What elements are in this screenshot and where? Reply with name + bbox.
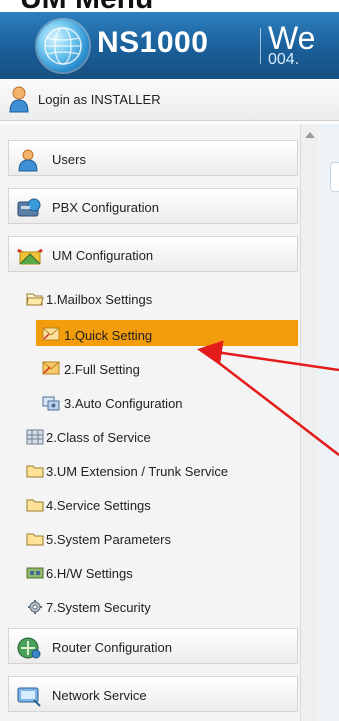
header-divider [260, 28, 261, 64]
section-network-label: Network Service [52, 688, 147, 703]
sidebar-scrollbar[interactable] [300, 124, 318, 721]
menu-item-mailbox-settings[interactable]: 1.Mailbox Settings [0, 284, 300, 314]
section-pbx-configuration[interactable]: PBX Configuration [8, 188, 298, 224]
users-icon [18, 149, 38, 172]
menu-item-quick-setting[interactable]: 1.Quick Setting [0, 320, 300, 350]
network-service-icon [17, 687, 41, 707]
auto-configuration-label: 3.Auto Configuration [64, 396, 183, 411]
pbx-icon [17, 198, 41, 217]
menu-item-um-extension[interactable]: 3.UM Extension / Trunk Service [0, 456, 300, 486]
content-tab-edge [330, 162, 339, 192]
gear-icon [28, 600, 42, 614]
um-extension-label: 3.UM Extension / Trunk Service [46, 464, 229, 479]
scroll-up-arrow-icon[interactable] [305, 132, 315, 138]
mailbox-settings-label: 1.Mailbox Settings [46, 292, 153, 307]
folder-icon [26, 499, 44, 512]
system-parameters-label: 5.System Parameters [46, 532, 171, 547]
hw-settings-label: 6.H/W Settings [46, 566, 133, 581]
header-subtitle: 004. [268, 51, 300, 68]
class-of-service-label: 2.Class of Service [46, 430, 151, 445]
menu-item-full-setting[interactable]: 2.Full Setting [0, 354, 300, 384]
section-network-service[interactable]: Network Service [8, 676, 298, 712]
brand-name: NS1000 [97, 26, 209, 59]
globe-logo-icon [37, 20, 89, 72]
system-security-label: 7.System Security [46, 600, 151, 615]
full-setting-label: 2.Full Setting [64, 362, 140, 377]
menu-item-hw-settings[interactable]: 6.H/W Settings [0, 558, 300, 588]
welcome-text: We [268, 20, 316, 56]
auto-config-icon [42, 396, 60, 411]
quick-setting-label: 1.Quick Setting [64, 328, 153, 343]
section-router-label: Router Configuration [52, 640, 172, 655]
envelope-icon [42, 361, 60, 375]
section-users-label: Users [52, 152, 86, 167]
section-pbx-label: PBX Configuration [52, 200, 159, 215]
menu-item-system-parameters[interactable]: 5.System Parameters [0, 524, 300, 554]
section-um-configuration[interactable]: UM Configuration [8, 236, 298, 272]
menu-item-system-security[interactable]: 7.System Security [0, 592, 300, 622]
service-settings-label: 4.Service Settings [46, 498, 151, 513]
menu-item-service-settings[interactable]: 4.Service Settings [0, 490, 300, 520]
content-panel [318, 124, 339, 721]
sidebar: Users PBX Configuration UM Configuration… [0, 124, 301, 721]
folder-open-icon [26, 293, 44, 306]
app-header: NS1000 We 004. [0, 12, 339, 79]
envelope-icon [42, 327, 60, 341]
um-config-icon [17, 248, 43, 265]
user-icon [9, 86, 29, 113]
section-router-configuration[interactable]: Router Configuration [8, 628, 298, 664]
folder-icon [26, 533, 44, 546]
menu-item-class-of-service[interactable]: 2.Class of Service [0, 422, 300, 452]
hardware-icon [26, 567, 44, 579]
section-um-label: UM Configuration [52, 248, 154, 263]
page-caption: UM Menu [0, 0, 339, 14]
login-bar: Login as INSTALLER [0, 79, 339, 121]
folder-icon [26, 465, 44, 478]
section-users[interactable]: Users [8, 140, 298, 176]
grid-icon [26, 429, 44, 445]
menu-item-auto-configuration[interactable]: 3.Auto Configuration [0, 388, 300, 418]
login-label: Login as INSTALLER [38, 92, 161, 107]
router-icon [17, 637, 41, 659]
